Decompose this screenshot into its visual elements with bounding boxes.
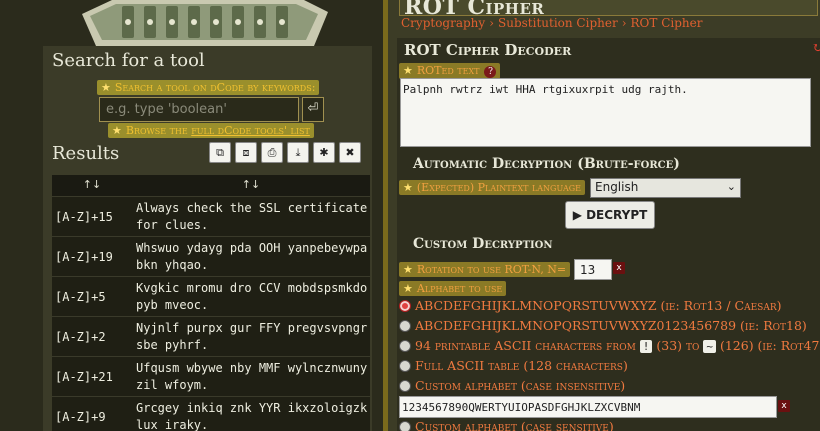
alphabet-option-label: ABCDEFGHIJKLMNOPQRSTUVWXYZ (ie: Rot13 / … — [415, 298, 782, 313]
result-key: [A-Z]+2 — [55, 329, 106, 344]
result-value: Always check the SSL certificate for clu… — [136, 201, 368, 232]
auto-decryption-title: Automatic Decryption (Brute-force) — [413, 156, 680, 172]
browse-prefix: Browse the — [125, 124, 192, 137]
keyword-search-text: Search a tool on dCode by keywords: — [114, 81, 316, 94]
browse-link-text[interactable]: full dCode tools' list — [191, 124, 310, 137]
breadcrumb-separator: › — [621, 16, 627, 30]
star-icon: ★ — [101, 81, 111, 94]
result-value: Grcgey inkiq znk YYR ikxzoloigzk lux ira… — [136, 401, 368, 431]
results-title: Results — [52, 143, 120, 164]
alphabet-option-label: Full ASCII table (128 characters) — [415, 358, 628, 373]
alphabet-option-label: ABCDEFGHIJKLMNOPQRSTUVWXYZ0123456789 (ie… — [415, 318, 807, 333]
breadcrumb-separator: › — [489, 16, 494, 30]
alphabet-option-rot13[interactable]: ABCDEFGHIJKLMNOPQRSTUVWXYZ (ie: Rot13 / … — [399, 298, 781, 313]
copy-all-button[interactable]: ⧈ — [235, 142, 257, 163]
table-row[interactable]: [A-Z]+21 Ufqusm wbywe nby MMF wylncznwun… — [52, 356, 370, 396]
alphabet-option-label: (126) (ie: Rot47) — [715, 338, 820, 353]
language-select[interactable]: English ⌄ — [590, 178, 741, 198]
result-key: [A-Z]+21 — [55, 369, 113, 384]
radio-unselected[interactable] — [399, 380, 411, 392]
chevron-down-icon: ⌄ — [726, 180, 736, 193]
help-icon[interactable]: ? — [484, 66, 497, 78]
radio-unselected[interactable] — [399, 360, 411, 372]
search-title: Search for a tool — [52, 50, 205, 71]
table-row[interactable]: [A-Z]+5 Kvgkic mromu dro CCV mobdspsmkdo… — [52, 276, 370, 316]
alphabet-option-label: (33) to — [652, 338, 704, 353]
clear-rotation-button[interactable]: x — [613, 262, 625, 274]
radio-selected[interactable] — [399, 300, 411, 312]
breadcrumb: Cryptography › Substitution Cipher › ROT Cip… — [401, 16, 702, 30]
alphabet-option-full-ascii[interactable]: Full ASCII table (128 characters) — [399, 358, 628, 373]
breadcrumb-item-rot[interactable]: ROT Cipher — [631, 16, 703, 30]
table-row[interactable]: [A-Z]+19 Whswuo ydayg pda OOH yanpebeywp… — [52, 236, 370, 276]
star-icon: ★ — [403, 181, 413, 194]
table-row[interactable]: [A-Z]+2 Nyjnlf purpx gur FFY pregvsvpngr… — [52, 316, 370, 356]
result-value: Ufqusm wbywe nby MMF wylncznwuny zil wfo… — [136, 361, 368, 392]
result-value: Whswuo ydayg pda OOH yanpebeywpa bkn yhq… — [136, 241, 368, 272]
table-row[interactable]: [A-Z]+15 Always check the SSL certificat… — [52, 196, 370, 236]
decoder-title: ROT Cipher Decoder — [404, 41, 572, 59]
alphabet-option-rot47[interactable]: 94 printable ASCII characters from ! (33… — [399, 338, 820, 353]
results-table: ↑↓ ↑↓ [A-Z]+15 Always check the SSL cert… — [52, 175, 370, 431]
roted-text-input[interactable]: Palpnh rwtrz iwt HHA rtgixuxrpit udg raj… — [400, 78, 811, 147]
tool-search-input[interactable] — [99, 97, 299, 122]
radio-unselected[interactable] — [399, 421, 411, 431]
alphabet-option-custom-sensitive[interactable]: Custom alphabet (case sensitive) — [399, 419, 614, 431]
results-table-header: ↑↓ ↑↓ — [52, 175, 370, 196]
rotation-n-input[interactable] — [574, 259, 612, 280]
language-select-value: English — [595, 180, 639, 194]
breadcrumb-item-cryptography[interactable]: Cryptography — [401, 16, 485, 30]
refresh-icon[interactable]: ↻ — [812, 41, 820, 56]
alphabet-label-text: Alphabet to use — [416, 282, 503, 295]
dcode-logo[interactable] — [82, 0, 328, 46]
rotation-label: ★ Rotation to use ROT-N, N= — [399, 262, 571, 277]
search-submit-button[interactable]: ⏎ — [302, 97, 324, 122]
language-label: ★ (Expected) Plaintext language — [399, 180, 585, 195]
keyword-search-label: ★ Search a tool on dCode by keywords: — [97, 80, 320, 95]
alphabet-option-label: 94 printable ASCII characters from — [415, 338, 640, 353]
radio-unselected[interactable] — [399, 320, 411, 332]
result-key: [A-Z]+15 — [55, 209, 113, 224]
sort-value-column[interactable]: ↑↓ — [132, 175, 370, 196]
roted-text-label-text: ROTed text — [416, 64, 480, 77]
result-key: [A-Z]+9 — [55, 409, 106, 424]
pin-button[interactable]: ✱ — [313, 142, 335, 163]
star-icon: ★ — [403, 64, 413, 77]
copy-results-button[interactable]: ⧉ — [209, 142, 231, 163]
star-icon: ★ — [403, 263, 413, 276]
code-char-start: ! — [639, 340, 653, 353]
breadcrumb-item-substitution[interactable]: Substitution Cipher — [498, 16, 618, 30]
roted-text-label: ★ ROTed text? — [399, 63, 501, 79]
close-results-button[interactable]: ✖ — [339, 142, 361, 163]
result-key: [A-Z]+5 — [55, 289, 106, 304]
result-key: [A-Z]+19 — [55, 249, 113, 264]
language-label-text: (Expected) Plaintext language — [416, 181, 581, 194]
alphabet-label: ★ Alphabet to use — [399, 281, 507, 296]
result-value: Nyjnlf purpx gur FFY pregvsvpngr sbe pyh… — [136, 321, 368, 352]
alphabet-option-label: Custom alphabet (case sensitive) — [415, 419, 614, 431]
decrypt-button[interactable]: ▶ DECRYPT — [565, 201, 655, 229]
browse-tools-link[interactable]: ★ Browse the full dCode tools' list — [108, 123, 314, 138]
star-icon: ★ — [403, 282, 413, 295]
radio-unselected[interactable] — [399, 340, 411, 352]
star-icon: ★ — [112, 124, 122, 137]
alphabet-option-label: Custom alphabet (case insensitive) — [415, 378, 626, 393]
table-row[interactable]: [A-Z]+9 Grcgey inkiq znk YYR ikxzoloigzk… — [52, 396, 370, 431]
download-button[interactable]: ⤓ — [287, 142, 309, 163]
clear-alphabet-button[interactable]: x — [778, 400, 790, 412]
sort-key-column[interactable]: ↑↓ — [52, 175, 132, 196]
print-button[interactable]: ⎙ — [261, 142, 283, 163]
code-char-end: ~ — [703, 340, 716, 353]
alphabet-option-custom-insensitive[interactable]: Custom alphabet (case insensitive) — [399, 378, 625, 393]
result-value: Kvgkic mromu dro CCV mobdspsmkdo pyb mve… — [136, 281, 368, 312]
alphabet-option-rot18[interactable]: ABCDEFGHIJKLMNOPQRSTUVWXYZ0123456789 (ie… — [399, 318, 807, 333]
custom-alphabet-input[interactable] — [399, 396, 777, 418]
custom-decryption-title: Custom Decryption — [413, 236, 553, 252]
rotation-label-text: Rotation to use ROT-N, N= — [416, 263, 567, 276]
